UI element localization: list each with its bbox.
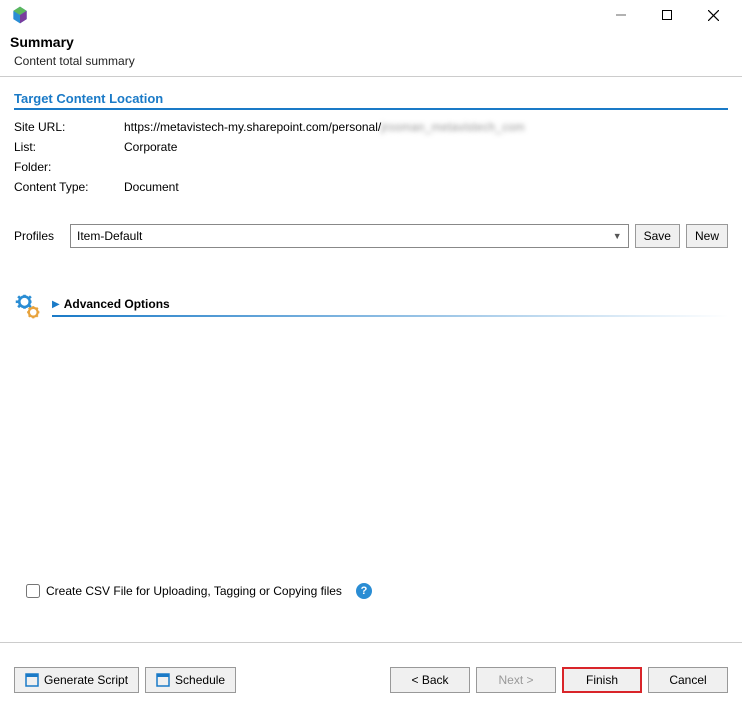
window-controls [598, 0, 736, 30]
generate-script-label: Generate Script [44, 673, 128, 687]
profiles-selected-value: Item-Default [77, 229, 142, 243]
folder-label: Folder: [14, 160, 124, 174]
folder-row: Folder: [14, 160, 728, 174]
footer: Generate Script Schedule < Back Next > F… [14, 667, 728, 693]
list-row: List: Corporate [14, 140, 728, 154]
site-url-blurred: jrooman_metavistech_com [381, 120, 524, 134]
csv-checkbox-row: Create CSV File for Uploading, Tagging o… [26, 583, 372, 599]
app-logo-icon [10, 5, 30, 25]
page-title: Summary [10, 34, 732, 50]
footer-divider [0, 642, 742, 643]
create-csv-label: Create CSV File for Uploading, Tagging o… [46, 584, 342, 598]
expand-arrow-icon: ▶ [52, 299, 60, 310]
profiles-select[interactable]: Item-Default ▼ [70, 224, 629, 248]
header: Summary Content total summary [0, 30, 742, 76]
site-url-value: https://metavistech-my.sharepoint.com/pe… [124, 120, 525, 134]
create-csv-checkbox[interactable] [26, 584, 40, 598]
content-area: Target Content Location Site URL: https:… [0, 77, 742, 321]
list-label: List: [14, 140, 124, 154]
next-button[interactable]: Next > [476, 667, 556, 693]
profiles-row: Profiles Item-Default ▼ Save New [14, 224, 728, 248]
save-button[interactable]: Save [635, 224, 680, 248]
advanced-options-header[interactable]: ▶ Advanced Options [52, 297, 728, 317]
maximize-button[interactable] [644, 0, 690, 30]
content-type-value: Document [124, 180, 179, 194]
schedule-label: Schedule [175, 673, 225, 687]
site-url-label: Site URL: [14, 120, 124, 134]
titlebar [0, 0, 742, 30]
new-button[interactable]: New [686, 224, 728, 248]
finish-button[interactable]: Finish [562, 667, 642, 693]
page-subtitle: Content total summary [14, 54, 732, 68]
target-section-title: Target Content Location [14, 91, 728, 110]
schedule-icon [156, 673, 170, 687]
advanced-options-row: ▶ Advanced Options [14, 293, 728, 321]
gears-icon [14, 293, 42, 321]
content-type-label: Content Type: [14, 180, 124, 194]
content-type-row: Content Type: Document [14, 180, 728, 194]
help-icon[interactable]: ? [356, 583, 372, 599]
chevron-down-icon: ▼ [613, 231, 622, 241]
back-button[interactable]: < Back [390, 667, 470, 693]
site-url-row: Site URL: https://metavistech-my.sharepo… [14, 120, 728, 134]
list-value: Corporate [124, 140, 177, 154]
close-button[interactable] [690, 0, 736, 30]
schedule-button[interactable]: Schedule [145, 667, 236, 693]
profiles-label: Profiles [14, 229, 64, 243]
site-url-visible: https://metavistech-my.sharepoint.com/pe… [124, 120, 381, 134]
cancel-button[interactable]: Cancel [648, 667, 728, 693]
generate-script-button[interactable]: Generate Script [14, 667, 139, 693]
advanced-options-label: Advanced Options [64, 297, 170, 311]
minimize-button[interactable] [598, 0, 644, 30]
script-icon [25, 673, 39, 687]
